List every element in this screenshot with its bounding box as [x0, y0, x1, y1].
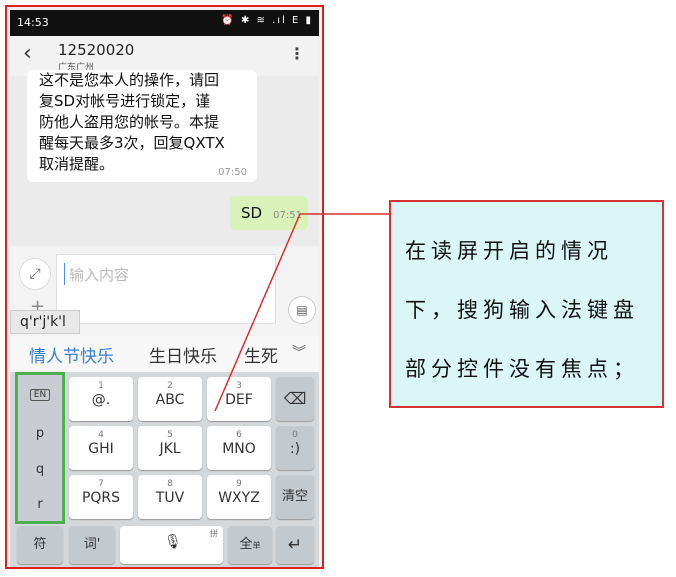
annotation-callout: 在读屏开启的情况 下，搜狗输入法键盘 部分控件没有焦点； [389, 200, 664, 408]
pointer-line-diagonal [214, 213, 301, 412]
callout-text: 在读屏开启的情况 下，搜狗输入法键盘 部分控件没有焦点； [405, 239, 639, 381]
